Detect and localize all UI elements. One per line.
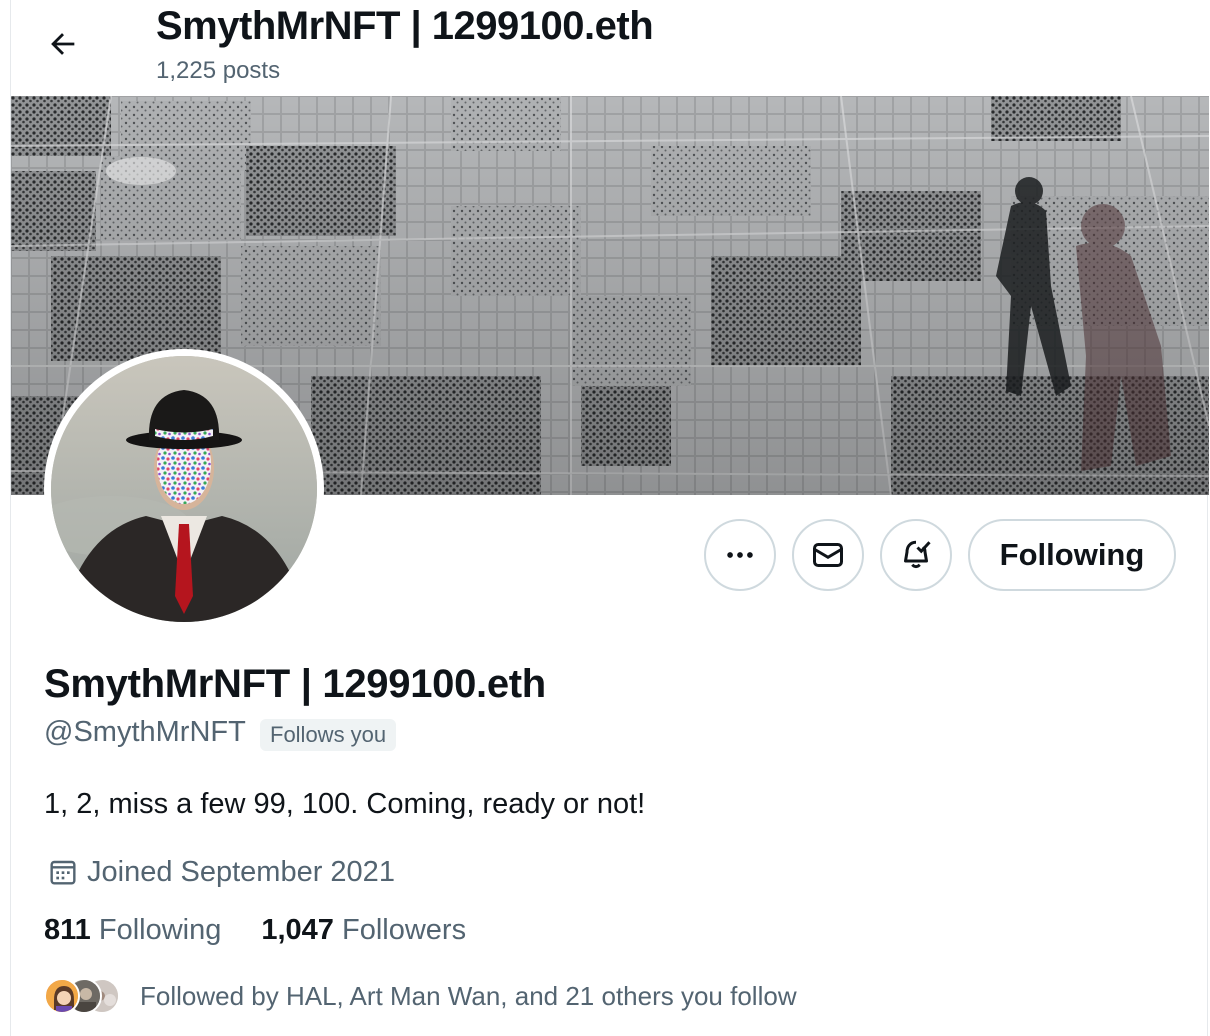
bell-check-icon <box>904 540 931 569</box>
followers-stat[interactable]: 1,047 Followers <box>261 914 466 947</box>
joined-date: Joined September 2021 <box>47 852 395 892</box>
profile-avatar[interactable] <box>44 349 324 629</box>
profile-page: SmythMrNFT | 1299100.eth 1,225 posts Fol… <box>10 0 1209 1036</box>
envelope-icon <box>813 543 843 567</box>
back-button[interactable] <box>41 22 85 66</box>
followed-by-text: Followed by HAL, Art Man Wan, and 21 oth… <box>140 980 797 1011</box>
post-count: 1,225 posts <box>156 57 281 84</box>
followed-by[interactable]: Followed by HAL, Art Man Wan, and 21 oth… <box>44 976 797 1016</box>
followers-count: 1,047 <box>261 914 334 946</box>
header-title: SmythMrNFT | 1299100.eth <box>156 4 654 48</box>
arrow-left-icon <box>51 33 75 55</box>
follows-you-badge: Follows you <box>260 719 397 751</box>
more-button[interactable] <box>704 519 776 591</box>
notifications-button[interactable] <box>880 519 952 591</box>
follow-stats: 811 Following 1,047 Followers <box>44 914 466 947</box>
message-button[interactable] <box>792 519 864 591</box>
profile-header: SmythMrNFT | 1299100.eth 1,225 posts <box>11 0 1209 96</box>
calendar-icon <box>50 860 76 885</box>
more-horizontal-icon <box>727 552 753 558</box>
display-name: SmythMrNFT | 1299100.eth <box>44 662 546 706</box>
handle: @SmythMrNFT <box>44 716 246 748</box>
mutual-avatars <box>44 977 136 1015</box>
following-button[interactable]: Following <box>968 519 1176 591</box>
mutual-avatar <box>44 978 80 1014</box>
following-label: Following <box>98 914 222 946</box>
followers-label: Followers <box>342 914 467 946</box>
avatar-image <box>51 356 317 622</box>
following-stat[interactable]: 811 Following <box>44 914 221 947</box>
joined-text: Joined September 2021 <box>87 855 395 888</box>
following-count: 811 <box>44 914 91 946</box>
bio: 1, 2, miss a few 99, 100. Coming, ready … <box>44 788 646 820</box>
